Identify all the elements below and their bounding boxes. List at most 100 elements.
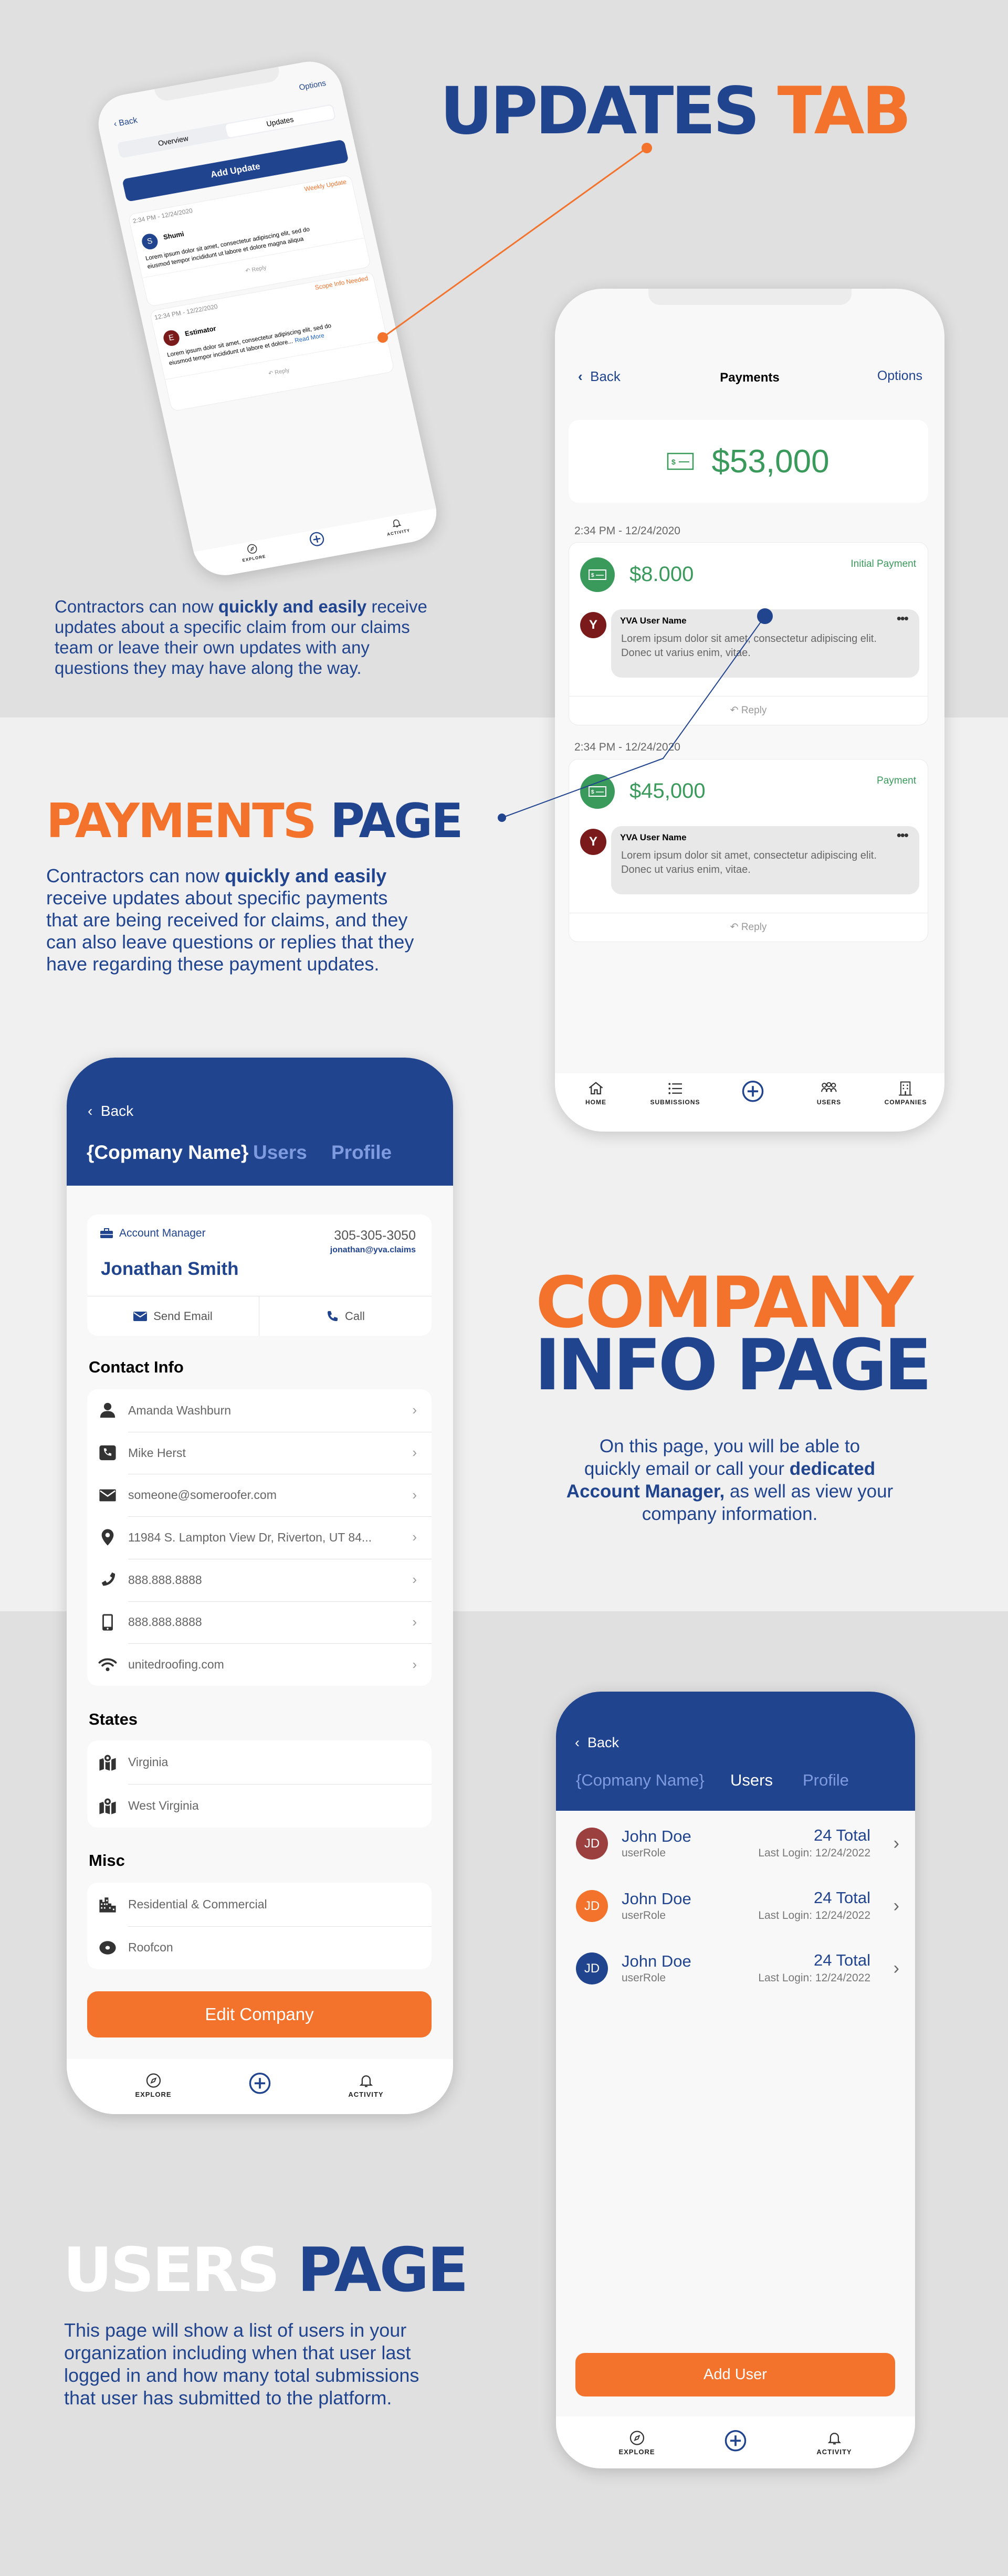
tab-overview[interactable]: Overview xyxy=(118,124,228,157)
text-line: logged in and how many total submissions xyxy=(64,2364,419,2387)
options-button[interactable]: Options xyxy=(877,368,922,384)
send-email-button[interactable]: Send Email xyxy=(87,1296,259,1336)
text-segment: questions they may have along the way. xyxy=(55,658,362,678)
mobile-icon xyxy=(102,1614,113,1631)
user-row[interactable]: JD John Doe userRole 24 Total Last Login: 12… xyxy=(556,1942,915,1995)
back-button[interactable]: ‹ Back xyxy=(88,1103,133,1120)
nav-item-companies[interactable]: COMPANIES xyxy=(885,1081,927,1106)
tab-profile[interactable]: Profile xyxy=(803,1771,849,1790)
svg-text:$: $ xyxy=(591,789,594,795)
reply-button[interactable]: ↶ Reply xyxy=(569,704,928,716)
map-icon xyxy=(99,1797,116,1814)
text-segment: This page will show a list of users in y… xyxy=(64,2319,407,2341)
reply-button[interactable]: ↶ Reply xyxy=(569,921,928,933)
total-amount: $53,000 xyxy=(711,443,830,480)
list-row[interactable]: unitedroofing.com › xyxy=(87,1643,432,1686)
updates-description: Contractors can now quickly and easily r… xyxy=(55,596,427,678)
tab-company[interactable]: {Copmany Name} xyxy=(87,1142,248,1164)
emphasis-text: quickly and easily xyxy=(218,597,367,616)
nav-item-add[interactable] xyxy=(742,1081,764,1104)
chevron-right-icon: › xyxy=(412,1486,417,1503)
payment-type: Initial Payment xyxy=(850,558,916,569)
users-phone: ‹ Back {Copmany Name} Users Profile JD Jo… xyxy=(556,1692,915,2468)
more-options-icon[interactable]: ••• xyxy=(897,827,909,843)
nav-item-add[interactable] xyxy=(308,531,326,550)
text-segment: organization including when that user la… xyxy=(64,2342,411,2363)
money-icon: $ xyxy=(589,569,606,580)
text-line: receive updates about specific payments xyxy=(46,887,414,909)
avatar: JD xyxy=(576,1828,608,1860)
row-text: someone@someroofer.com xyxy=(128,1488,277,1502)
nav-item-home[interactable]: HOME xyxy=(585,1081,606,1106)
timestamp: 2:34 PM - 12/24/2020 xyxy=(132,207,194,225)
payments-heading: PAYMENTS PAGE xyxy=(46,798,464,845)
nav-label: SUBMISSIONS xyxy=(650,1099,700,1106)
home-icon xyxy=(589,1082,603,1095)
users-heading: USERS PAGE xyxy=(63,2240,469,2301)
nav-item-explore[interactable]: EXPLORE xyxy=(239,542,266,563)
nav-item-users[interactable]: USERS xyxy=(817,1081,841,1106)
text-line: that user has submitted to the platform. xyxy=(64,2387,419,2409)
phone-icon xyxy=(101,1572,116,1586)
nav-item-add[interactable] xyxy=(249,2073,271,2096)
list-row[interactable]: Amanda Washburn › xyxy=(87,1389,432,1432)
list-row[interactable]: 888.888.8888 › xyxy=(87,1558,432,1601)
payment-type: Payment xyxy=(877,775,916,786)
chevron-right-icon: › xyxy=(893,1833,899,1853)
user-row[interactable]: JD John Doe userRole 24 Total Last Login: 12… xyxy=(556,1818,915,1870)
back-button[interactable]: ‹ Back xyxy=(575,1735,619,1751)
call-button[interactable]: Call xyxy=(259,1296,432,1336)
manager-email[interactable]: jonathan@yva.claims xyxy=(330,1245,416,1255)
options-button[interactable]: Options xyxy=(298,79,327,92)
chevron-right-icon: › xyxy=(412,1402,417,1418)
manager-phone[interactable]: 305-305-3050 xyxy=(334,1228,416,1243)
tab-profile[interactable]: Profile xyxy=(331,1142,392,1164)
text-line: have regarding these payment updates. xyxy=(46,953,414,975)
chevron-right-icon: › xyxy=(412,1444,417,1461)
list-row[interactable]: 11984 S. Lampton View Dr, Riverton, UT 8… xyxy=(87,1516,432,1559)
comment-author: YVA User Name xyxy=(620,832,687,842)
user-row[interactable]: JD John Doe userRole 24 Total Last Login: 12… xyxy=(556,1880,915,1933)
nav-item-activity[interactable]: ACTIVITY xyxy=(816,2430,852,2456)
add-user-button[interactable]: Add User xyxy=(575,2353,895,2396)
back-label: Back xyxy=(100,1103,134,1119)
nav-item-activity[interactable]: ACTIVITY xyxy=(348,2073,383,2098)
chevron-right-icon: › xyxy=(893,1958,899,1978)
nav-label: USERS xyxy=(816,1099,842,1106)
bell-icon xyxy=(393,519,402,527)
list-row[interactable]: someone@someroofer.com › xyxy=(87,1474,432,1516)
tab-users[interactable]: Users xyxy=(253,1142,307,1164)
payments-phone: ‹ Back Payments Options $ $53,000 2:34 P… xyxy=(555,289,944,1132)
compass-icon xyxy=(247,544,257,554)
header: ‹ Back {Copmany Name} Users Profile xyxy=(67,1058,453,1186)
tab-company[interactable]: {Copmany Name} xyxy=(576,1771,705,1790)
envelope-icon xyxy=(133,1311,148,1321)
list-icon xyxy=(668,1083,682,1094)
reply-icon: ↶ xyxy=(730,705,741,716)
nav-item-add[interactable] xyxy=(724,2430,747,2454)
more-options-icon[interactable]: ••• xyxy=(897,610,909,627)
text-segment: that are being received for claims, and … xyxy=(46,909,408,931)
text-line: On this page, you will be able to xyxy=(530,1435,929,1458)
divider xyxy=(128,1926,432,1927)
nav-label: HOME xyxy=(585,1099,606,1106)
last-login: Last Login: 12/24/2022 xyxy=(758,1972,870,1984)
list-row[interactable]: Mike Herst › xyxy=(87,1431,432,1474)
nav-item-activity[interactable]: ACTIVITY xyxy=(384,516,411,537)
chevron-left-icon: ‹ xyxy=(575,1735,580,1750)
nav-item-explore[interactable]: EXPLORE xyxy=(135,2073,171,2098)
list-row[interactable]: 888.888.8888 › xyxy=(87,1601,432,1644)
user-name: John Doe xyxy=(622,1952,691,1970)
tab-users[interactable]: Users xyxy=(730,1771,773,1790)
phone-square-icon xyxy=(99,1445,116,1461)
nav-item-submissions[interactable]: SUBMISSIONS xyxy=(650,1081,700,1106)
svg-text:$: $ xyxy=(671,458,676,466)
avatar: Y xyxy=(580,829,606,855)
tab-updates[interactable]: Updates xyxy=(225,105,335,138)
nav-item-explore[interactable]: EXPLORE xyxy=(618,2430,655,2456)
edit-company-button[interactable]: Edit Company xyxy=(87,1991,432,2037)
user-name: John Doe xyxy=(622,1827,691,1845)
back-button[interactable]: ‹ Back xyxy=(113,116,139,130)
plus-circle-icon xyxy=(724,2430,747,2452)
avatar-initial: E xyxy=(167,333,175,343)
